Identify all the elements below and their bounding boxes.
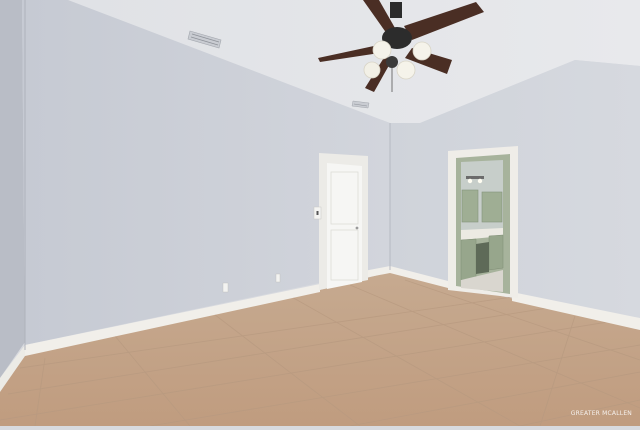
bath-cabinet-upper-right [481, 191, 503, 223]
left-wall-edge [0, 0, 25, 378]
room-photo: GREATER MCALLEN [0, 0, 640, 427]
room-scene [0, 0, 640, 427]
bath-cabinet-upper-left [461, 189, 479, 223]
door-knob [355, 226, 359, 230]
closet-door [319, 153, 368, 290]
switch-toggle [316, 211, 319, 215]
vanity-cabinet-left [460, 238, 477, 281]
vanity-kneespace [476, 242, 489, 274]
watermark-text: GREATER MCALLEN [570, 410, 632, 417]
outlet-center [275, 273, 281, 283]
vanity-light [466, 176, 484, 179]
outlet-left [222, 282, 229, 293]
fan-downrod [390, 2, 402, 18]
vanity-cabinet-right [488, 234, 504, 271]
bathroom-doorway [448, 146, 518, 298]
